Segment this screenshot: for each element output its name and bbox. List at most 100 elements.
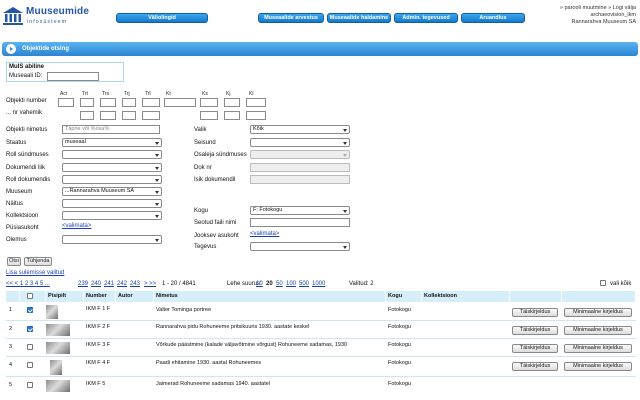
page-size-100[interactable]: 100 <box>286 281 296 287</box>
page-size-10[interactable]: 10 <box>256 281 263 287</box>
account-links[interactable]: » parooli muutmine » Logi välja <box>560 5 636 12</box>
nav-museaalide-haldamine[interactable]: Museaalide haldamine <box>327 13 391 23</box>
file-name-input[interactable] <box>250 218 350 227</box>
kj-range-input[interactable] <box>224 111 240 120</box>
row-checkbox[interactable] <box>27 326 33 332</box>
museum-id-box: MuIS abiline Museaali ID: <box>6 62 124 82</box>
minimal-description-button[interactable]: Minimaalne kirjeldus <box>564 344 632 353</box>
col-head-kt: Kt <box>166 91 171 97</box>
pager-page-240[interactable]: 240 <box>91 281 101 287</box>
role-doc-select[interactable] <box>62 175 162 184</box>
pager-next[interactable]: > >> <box>144 281 156 287</box>
collection-label: Kollektsioon <box>6 213 39 219</box>
full-description-button[interactable]: Täiskirjeldus <box>512 344 558 353</box>
minimal-description-button[interactable]: Minimaalne kirjeldus <box>564 362 632 371</box>
kt-input[interactable] <box>164 98 196 107</box>
trl-input[interactable] <box>142 98 160 107</box>
activity-select[interactable] <box>250 242 350 251</box>
condition-select[interactable] <box>62 235 162 244</box>
row-checkbox[interactable] <box>27 382 33 388</box>
acr-input[interactable] <box>58 98 74 107</box>
pager-page-241[interactable]: 241 <box>104 281 114 287</box>
trj-input[interactable] <box>122 98 136 107</box>
trl-range-input[interactable] <box>142 111 160 120</box>
role-event-select[interactable] <box>62 150 162 159</box>
activity-label: Tegevus <box>194 244 217 250</box>
choice-select[interactable]: Kõik <box>250 125 350 134</box>
full-description-button[interactable]: Täiskirjeldus <box>512 326 558 335</box>
status-select[interactable]: museaal <box>62 138 162 147</box>
page-size-50[interactable]: 50 <box>276 281 283 287</box>
exhibit-select[interactable] <box>62 199 162 208</box>
trs-range-input[interactable] <box>100 111 116 120</box>
full-description-button[interactable]: Täiskirjeldus <box>512 362 558 371</box>
location-link[interactable]: <valimata> <box>62 223 91 229</box>
header-checkbox[interactable] <box>27 293 33 299</box>
col-head-title[interactable]: Nimetus <box>154 291 386 302</box>
pager-page-242[interactable]: 242 <box>117 281 127 287</box>
nav-museaalide-arvestus[interactable]: Museaalide arvestus <box>258 13 324 23</box>
row-collection: Fotokogu <box>388 307 411 313</box>
pager-page-239[interactable]: 239 <box>78 281 88 287</box>
minimal-description-button[interactable]: Minimaalne kirjeldus <box>564 308 632 317</box>
row-thumbnail[interactable] <box>46 305 58 319</box>
add-selected-link[interactable]: Lisa sulemisse valitud <box>6 270 64 276</box>
col-head-author[interactable]: Autor <box>116 291 154 302</box>
row-collection: Fotokogu <box>388 381 411 387</box>
state-select[interactable] <box>250 138 350 147</box>
object-name-label: Objekti nimetus <box>6 127 48 133</box>
participant-select[interactable] <box>250 150 350 159</box>
kl-range-input[interactable] <box>246 111 266 120</box>
row-thumbnail[interactable] <box>46 324 70 336</box>
search-button[interactable]: Otsi <box>7 257 21 266</box>
doc-type-label: Dokumendi liik <box>6 165 46 171</box>
nav-valiolingid[interactable]: Väliolingid <box>116 13 208 23</box>
museum-id-input[interactable] <box>47 72 99 81</box>
row-thumbnail[interactable] <box>46 342 70 354</box>
kj-input[interactable] <box>224 98 240 107</box>
trt-input[interactable] <box>80 98 94 107</box>
trj-range-input[interactable] <box>122 111 136 120</box>
row-number: IKM F 2 F <box>86 324 111 330</box>
ks-range-input[interactable] <box>200 111 218 120</box>
doc-nr-input[interactable] <box>250 163 350 172</box>
trt-range-input[interactable] <box>80 111 94 120</box>
col-head-kollektsioon[interactable]: Kollektsioon <box>422 291 510 302</box>
chevron-down-icon <box>155 238 159 242</box>
section-header[interactable]: Objektide otsing <box>2 42 638 56</box>
object-name-input[interactable]: Täpne või %osa% <box>62 125 160 134</box>
row-thumbnail[interactable] <box>50 360 62 375</box>
kl-input[interactable] <box>246 98 266 107</box>
pager-prev[interactable]: << < 1 2 3 4 5 ... <box>6 281 50 287</box>
row-title: Rannarahva pidu Rohuneeme pritsikuuris 1… <box>156 324 310 330</box>
person-doc-input[interactable] <box>250 175 350 184</box>
row-thumbnail[interactable] <box>46 380 70 392</box>
pager-page-243[interactable]: 243 <box>130 281 140 287</box>
select-all-checkbox[interactable] <box>600 280 606 286</box>
page-size-1000[interactable]: 1000 <box>312 281 325 287</box>
doc-type-select[interactable] <box>62 163 162 172</box>
row-checkbox[interactable] <box>27 307 33 313</box>
col-head-number[interactable]: Number <box>84 291 116 302</box>
current-location-link[interactable]: <valimata> <box>250 231 279 237</box>
select-all-label: vali kõik <box>610 281 632 287</box>
collapse-arrow-icon[interactable] <box>6 44 16 54</box>
museum-select[interactable]: ...Rannarahva Muuseum SA <box>62 187 162 196</box>
minimal-description-button[interactable]: Minimaalne kirjeldus <box>564 326 632 335</box>
collection-select[interactable] <box>62 211 162 220</box>
nav-admin-tegevused[interactable]: Admin. tegevused <box>394 13 458 23</box>
ks-input[interactable] <box>200 98 218 107</box>
col-head-collection[interactable]: Kogu <box>386 291 422 302</box>
trs-input[interactable] <box>100 98 116 107</box>
clear-button[interactable]: Tühjenda <box>24 257 52 266</box>
museum-label: Muuseum <box>6 189 33 195</box>
row-checkbox[interactable] <box>27 344 33 350</box>
page-size-500[interactable]: 500 <box>299 281 309 287</box>
full-description-button[interactable]: Täiskirjeldus <box>512 308 558 317</box>
row-checkbox[interactable] <box>27 362 33 368</box>
page-size-20[interactable]: 20 <box>266 281 273 287</box>
chevron-down-icon <box>343 245 347 249</box>
nav-aruandlus[interactable]: Aruandlus <box>461 13 525 23</box>
kogu-select[interactable]: F: Fotokogu <box>250 206 350 215</box>
col-head-action2 <box>562 291 636 302</box>
